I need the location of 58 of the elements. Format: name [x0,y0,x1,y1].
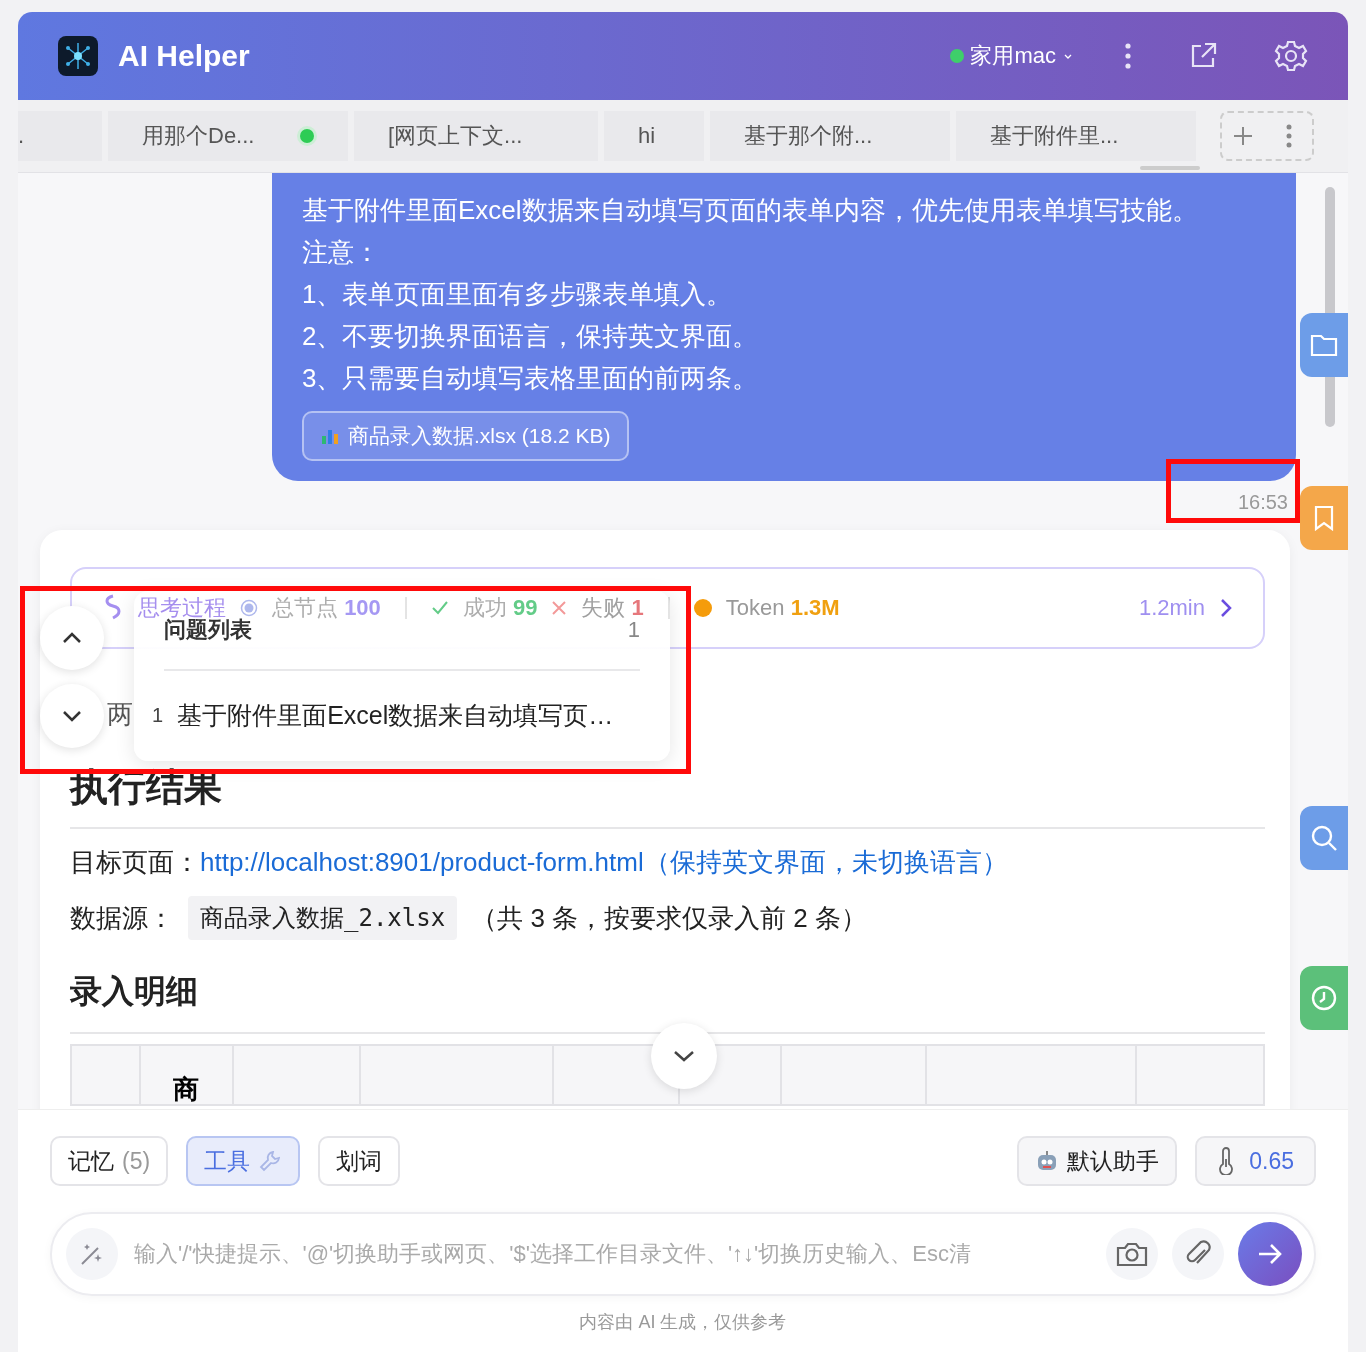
check-icon [430,599,449,617]
chevron-down-icon [673,1050,695,1062]
thermometer-icon [1217,1147,1236,1175]
temperature-control[interactable]: 0.65 [1195,1136,1316,1186]
field-label: 数据源： [70,901,174,935]
message-input-box[interactable]: 输入'/'快捷提示、'@'切换助手或网页、'$'选择工作目录文件、'↑↓'切换历史输入、Esc清 [50,1212,1316,1296]
magic-wand-icon[interactable] [66,1228,118,1280]
conversation-tab[interactable]: hi [604,111,704,161]
message-line: 基于附件里面Excel数据来自动填写页面的表单内容，优先使用表单填写技能。 [302,194,1199,227]
message-line: 3、只需要自动填写表格里面的前两条。 [302,362,760,395]
conversation-tab[interactable]: [网页上下文... [354,111,598,161]
token-dot-icon [693,599,712,617]
device-selector[interactable]: 家用mac [950,41,1074,71]
send-button[interactable] [1238,1222,1302,1286]
toolbar-chip[interactable]: 划词 [318,1136,401,1186]
settings-icon[interactable] [1274,39,1308,73]
message-line: 2、不要切换界面语言，保持英文界面。 [302,320,760,353]
conversation-tab[interactable]: 基于附件里... [956,111,1196,161]
status-text: 两 [107,698,133,731]
popup-title: 问题列表 [164,617,252,644]
message-line: 注意： [302,236,381,269]
message-input[interactable]: 输入'/'快捷提示、'@'切换助手或网页、'$'选择工作目录文件、'↑↓'切换历史输入、Esc清 [132,1240,1092,1268]
conversation-tab[interactable]: 用那个De... [108,111,348,161]
cross-icon [551,600,568,616]
paperclip-icon[interactable] [1172,1228,1224,1280]
chevron-down-icon [62,710,82,722]
message-time: 16:53 [1237,491,1288,513]
file-name-code: 商品录入数据_2.xlsx [188,896,458,940]
success-label: 成功 99 [462,594,538,622]
question-item[interactable]: 1 基于附件里面Excel数据来自动填写页… [152,671,640,759]
radio-dot-icon [240,599,258,617]
assistant-selector[interactable]: 默认助手 [1017,1136,1178,1186]
target-page-link[interactable]: http://localhost:8901/product-form.html（保持英文界面，未切换语言） [200,845,1008,880]
conversation-tab[interactable]: 基于那个附... [710,111,950,161]
app-title: AI Helper [118,39,251,73]
duration-label: 1.2min [1138,595,1205,621]
source-note: （共 3 条，按要求仅录入前 2 条） [471,901,867,935]
field-label: 目标页面： [70,846,200,879]
chevron-up-icon [62,632,82,644]
more-icon[interactable] [1124,42,1132,70]
message-line: 1、表单页面里面有多步骤表单填入。 [302,278,734,311]
folder-icon[interactable] [1300,313,1348,377]
arrow-right-icon [1257,1242,1283,1266]
search-icon[interactable] [1300,806,1348,870]
disclaimer-text: 内容由 AI 生成，仅供参考 [578,1311,788,1334]
app-logo-icon [58,36,98,76]
conversation-tab[interactable]: . [18,111,102,161]
table-header-cell: 商 [173,1074,200,1104]
camera-icon[interactable] [1106,1228,1158,1280]
chevron-right-icon[interactable] [1219,597,1233,619]
token-label: Token 1.3M [725,595,840,621]
clock-icon[interactable] [1300,966,1348,1030]
toolbar-chip[interactable]: 工具 [186,1136,301,1186]
total-nodes-label: 总节点 100 [272,594,381,622]
add-icon[interactable] [1232,125,1254,147]
bookmark-icon[interactable] [1300,486,1348,550]
wrench-icon [258,1149,283,1173]
toolbar-chip[interactable]: 记忆 (5) [50,1136,169,1186]
